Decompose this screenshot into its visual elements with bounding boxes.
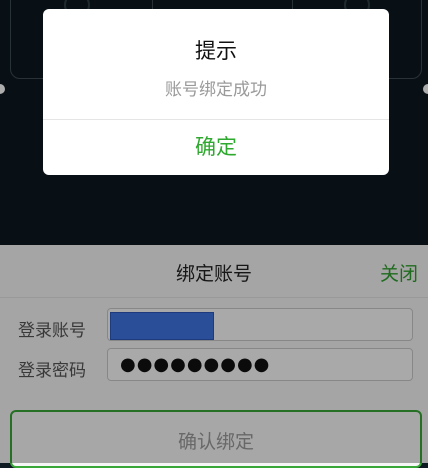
modal-overlay: 提示 账号绑定成功 确定: [0, 0, 428, 463]
dialog-message: 账号绑定成功: [165, 80, 267, 100]
dialog-ok-button[interactable]: 确定: [43, 120, 389, 175]
alert-dialog: 提示 账号绑定成功 确定: [43, 9, 389, 175]
dialog-title: 提示: [195, 39, 237, 63]
